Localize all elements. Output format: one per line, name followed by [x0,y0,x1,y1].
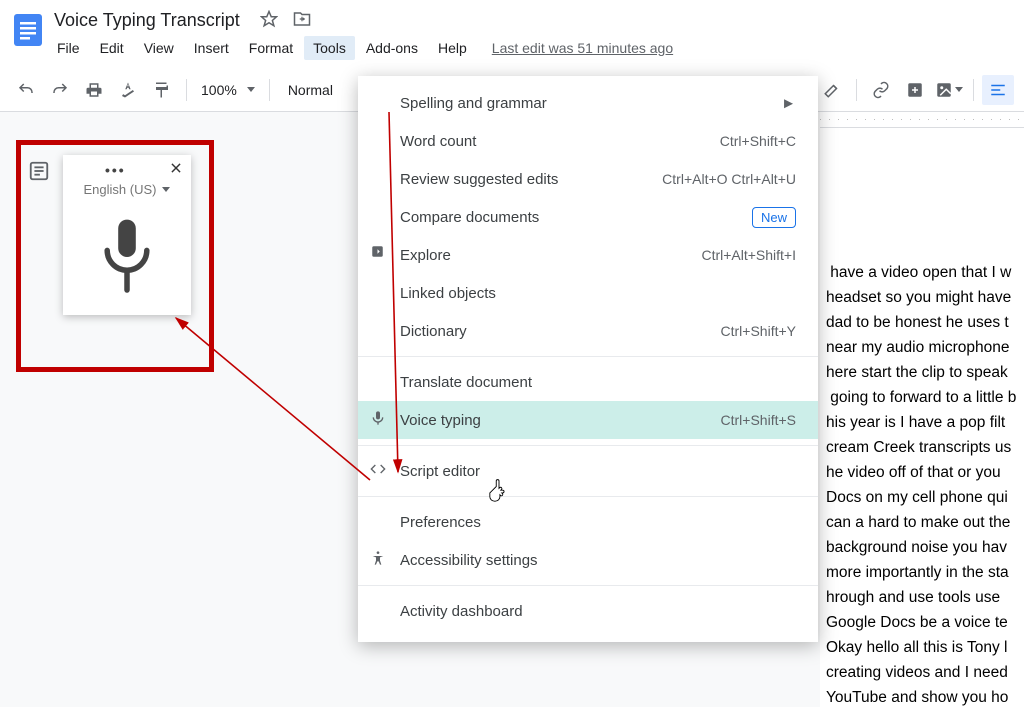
link-icon[interactable] [865,75,897,105]
menuitem-preferences[interactable]: Preferences [358,503,818,541]
mic-icon [370,410,386,430]
tools-dropdown: Spelling and grammar► Word countCtrl+Shi… [358,76,818,642]
work-area: ••• English (US) Spelling and grammar► W… [0,112,1024,707]
menu-insert[interactable]: Insert [185,36,238,60]
move-icon[interactable] [292,10,312,31]
menuitem-dictionary[interactable]: DictionaryCtrl+Shift+Y [358,312,818,350]
menuitem-word-count[interactable]: Word countCtrl+Shift+C [358,122,818,160]
menu-edit[interactable]: Edit [91,36,133,60]
menu-view[interactable]: View [135,36,183,60]
align-icon[interactable] [982,75,1014,105]
paragraph-style-select[interactable]: Normal [278,82,343,98]
script-icon [370,461,386,481]
annotation-highlight-box: ••• English (US) [16,140,214,372]
highlight-icon[interactable] [816,75,848,105]
menuitem-linked-objects[interactable]: Linked objects [358,274,818,312]
more-icon[interactable]: ••• [105,162,126,178]
new-badge: New [752,207,796,228]
cursor-hand-icon [488,479,510,508]
voice-language-select[interactable]: English (US) [63,180,191,205]
menuitem-accessibility[interactable]: Accessibility settings [358,541,818,579]
menu-bar: File Edit View Insert Format Tools Add-o… [48,36,673,60]
last-edit-link[interactable]: Last edit was 51 minutes ago [492,40,673,56]
document-body[interactable]: have a video open that I w headset so yo… [820,128,1024,707]
menu-file[interactable]: File [48,36,89,60]
style-label: Normal [288,82,333,98]
zoom-select[interactable]: 100% [195,82,261,98]
accessibility-icon [370,550,386,570]
paint-format-icon[interactable] [146,75,178,105]
voice-typing-panel[interactable]: ••• English (US) [63,155,191,315]
menuitem-compare-documents[interactable]: Compare documentsNew [358,198,818,236]
menuitem-review-edits[interactable]: Review suggested editsCtrl+Alt+O Ctrl+Al… [358,160,818,198]
menuitem-translate-document[interactable]: Translate document [358,363,818,401]
voice-mic-button[interactable] [63,205,191,315]
menuitem-script-editor[interactable]: Script editor [358,452,818,490]
chevron-down-icon [247,87,255,92]
zoom-value: 100% [201,82,237,98]
voice-language-label: English (US) [84,182,157,197]
submenu-arrow-icon: ► [781,95,796,112]
ruler [820,112,1024,128]
star-icon[interactable] [260,10,278,31]
chevron-down-icon [955,87,963,92]
print-icon[interactable] [78,75,110,105]
menuitem-activity-dashboard[interactable]: Activity dashboard [358,592,818,630]
image-icon[interactable] [933,75,965,105]
title-bar: Voice Typing Transcript File Edit View I… [0,0,1024,60]
menu-tools[interactable]: Tools [304,36,355,60]
menu-addons[interactable]: Add-ons [357,36,427,60]
comment-icon[interactable] [899,75,931,105]
undo-icon[interactable] [10,75,42,105]
document-title[interactable]: Voice Typing Transcript [48,8,246,33]
close-icon[interactable] [169,161,183,178]
menuitem-spelling-grammar[interactable]: Spelling and grammar► [358,84,818,122]
menuitem-explore[interactable]: ExploreCtrl+Alt+Shift+I [358,236,818,274]
explore-icon [370,244,388,266]
chevron-down-icon [162,187,170,192]
spellcheck-icon[interactable] [112,75,144,105]
menu-help[interactable]: Help [429,36,476,60]
menu-format[interactable]: Format [240,36,302,60]
docs-logo-icon [8,8,48,56]
redo-icon[interactable] [44,75,76,105]
menuitem-voice-typing[interactable]: Voice typingCtrl+Shift+S [358,401,818,439]
